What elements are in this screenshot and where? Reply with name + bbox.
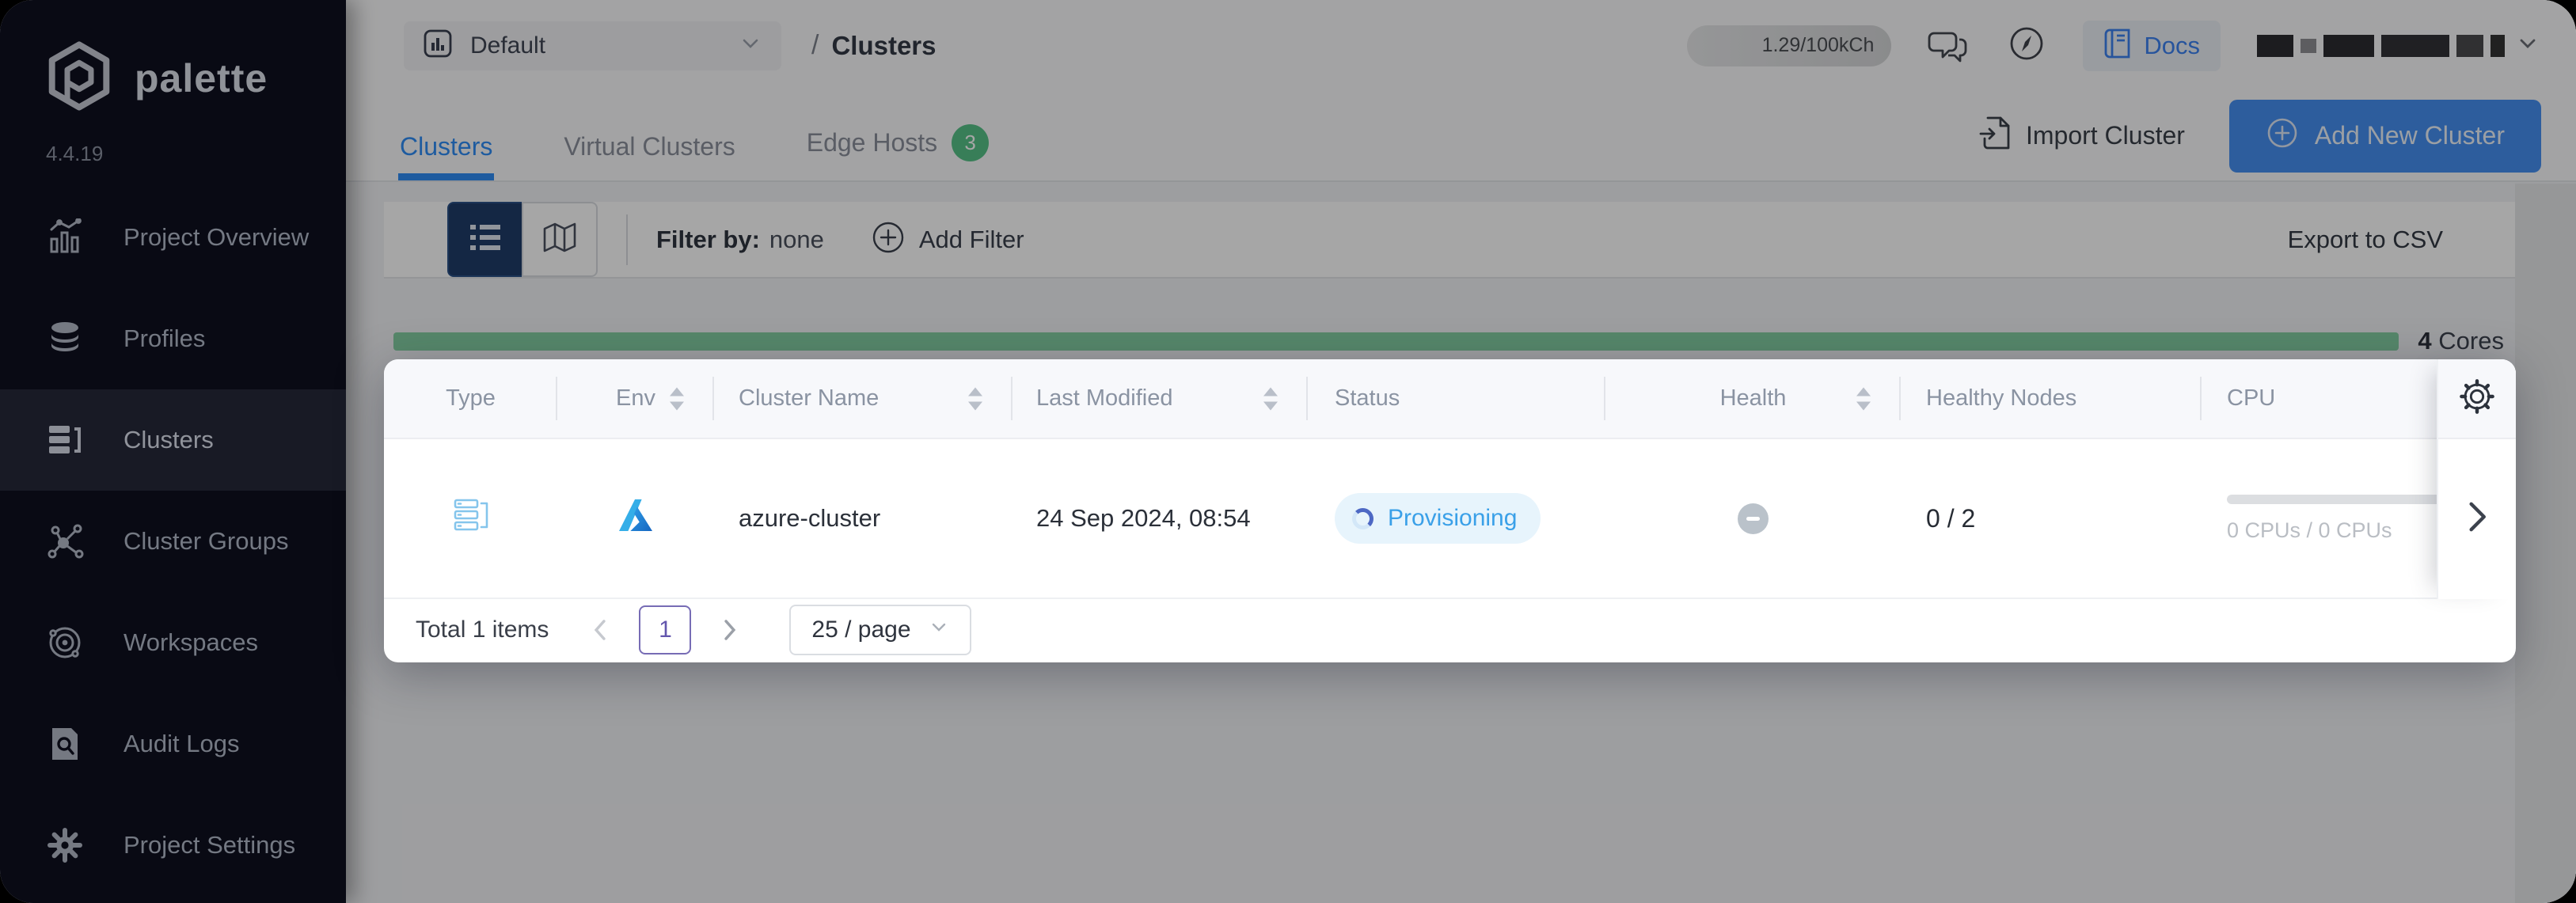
table-header-row: Type Env Cluster Name Last Modified Stat… (384, 359, 2516, 439)
page-size-select[interactable]: 25 / page (789, 605, 971, 655)
row-expand-cell (2438, 439, 2516, 598)
status-label: Provisioning (1388, 505, 1517, 532)
column-header-env[interactable]: Env (557, 359, 714, 438)
column-header-type[interactable]: Type (384, 359, 557, 438)
table-row[interactable]: azure-cluster 24 Sep 2024, 08:54 Provisi… (384, 439, 2516, 599)
table-fixed-right-column (2437, 359, 2516, 599)
health-cell (1605, 439, 1901, 598)
column-settings-header (2438, 359, 2516, 439)
cluster-type-cell (384, 439, 557, 598)
sort-icon[interactable] (1856, 387, 1871, 410)
page-size-value: 25 / page (811, 617, 910, 643)
column-header-health[interactable]: Health (1605, 359, 1901, 438)
sort-icon[interactable] (968, 387, 982, 410)
column-header-healthy-nodes[interactable]: Healthy Nodes (1901, 359, 2202, 438)
next-page-button[interactable] (720, 617, 740, 643)
azure-icon (617, 499, 654, 538)
previous-page-button[interactable] (590, 617, 610, 643)
env-cell (557, 439, 714, 598)
cluster-type-icon (453, 497, 489, 540)
healthy-nodes-cell: 0 / 2 (1901, 439, 2202, 598)
gear-icon[interactable] (2459, 378, 2495, 419)
pagination-total: Total 1 items (416, 617, 549, 643)
clusters-table-card: Type Env Cluster Name Last Modified Stat… (384, 359, 2516, 662)
last-modified-cell: 24 Sep 2024, 08:54 (1013, 439, 1308, 598)
pagination-bar: Total 1 items 1 25 / page (384, 599, 2516, 661)
chevron-right-icon[interactable] (2463, 499, 2491, 538)
column-header-status[interactable]: Status (1308, 359, 1605, 438)
chevron-down-icon (929, 617, 949, 643)
health-unknown-icon (1738, 503, 1769, 534)
spinner-icon (1352, 508, 1373, 529)
sort-icon[interactable] (670, 387, 684, 410)
column-header-last-modified[interactable]: Last Modified (1013, 359, 1308, 438)
sort-icon[interactable] (1263, 387, 1278, 410)
app-window: Default / Clusters 1.29/100kCh (0, 0, 2576, 903)
status-badge: Provisioning (1335, 493, 1541, 544)
status-cell: Provisioning (1308, 439, 1605, 598)
cluster-name-cell[interactable]: azure-cluster (714, 439, 1013, 598)
page-number-button[interactable]: 1 (639, 605, 691, 654)
column-header-cluster-name[interactable]: Cluster Name (714, 359, 1013, 438)
